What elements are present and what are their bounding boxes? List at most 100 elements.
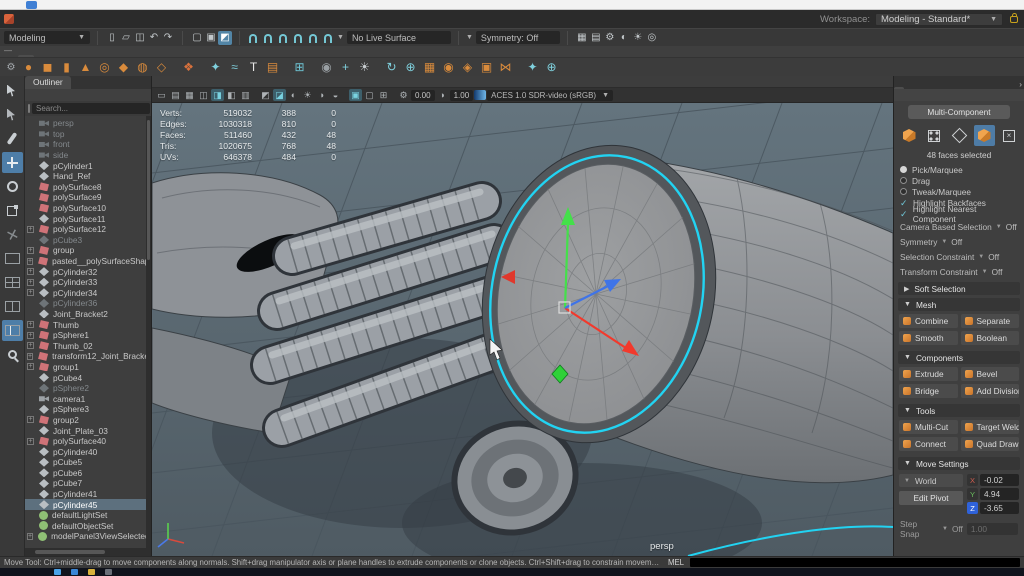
component-tool-button[interactable]: Extrude [899,367,958,381]
booleans-icon[interactable]: ▣ [478,59,495,76]
axis-value-field[interactable]: -0.02 [980,474,1019,486]
outliner-vertical-scrollbar[interactable] [146,116,151,548]
outliner-row[interactable]: + polySurface10 [25,203,151,214]
viewport-toolbar-icon[interactable] [343,89,348,101]
outliner-row[interactable]: + pCylinder32 [25,266,151,277]
menu-set-dropdown[interactable]: Modeling ▼ [4,31,90,44]
chevron-down-icon[interactable]: ▼ [337,34,344,41]
select-component-icon[interactable]: ◩ [218,31,232,45]
outliner-row[interactable]: + top [25,129,151,140]
symmetry-field[interactable]: Symmetry: Off [476,31,560,44]
outliner-row[interactable]: + polySurface12 [25,224,151,235]
poly-cube-icon[interactable]: ◼ [39,59,56,76]
viewport-toolbar-icon[interactable] [391,89,396,101]
expand-toggle-icon[interactable]: + [27,533,33,540]
outliner-row[interactable]: + group2 [25,415,151,426]
gamma-field[interactable]: 1.00 [450,90,474,101]
snap-point-icon[interactable] [279,34,287,43]
modeling-tool-button[interactable]: Quad Draw [961,437,1020,451]
sidebar-tab[interactable] [904,87,914,89]
select-camera-icon[interactable]: ▭ [155,89,168,101]
xray-icon[interactable]: ▢ [363,89,376,101]
modeling-tool-button[interactable]: Target Weld [961,420,1020,434]
outliner-row[interactable]: + pSphere3 [25,404,151,415]
outliner-row[interactable]: + camera1 [25,393,151,404]
shelf-options-gear-icon[interactable]: ⚙ [4,62,18,73]
paint-select-tool[interactable] [2,128,23,149]
layout-two-pane[interactable] [2,296,23,317]
wire-sphere-icon[interactable]: ◈ [459,59,476,76]
expand-toggle-icon[interactable]: + [27,258,33,265]
mesh-section-header[interactable]: ▼ Mesh [898,298,1020,311]
expand-toggle-icon[interactable]: + [27,353,33,360]
textured-icon[interactable]: ◐ [287,89,300,101]
chevron-down-icon[interactable]: ▼ [466,34,473,41]
mesh-tool-button[interactable]: Combine [899,314,958,328]
mesh-tool-button[interactable]: Smooth [899,331,958,345]
exposure-field[interactable]: 0.00 [411,90,435,101]
axis-value-row[interactable]: Y 4.94 [967,488,1019,500]
checkbox-option[interactable]: ✓ Highlight Nearest Component [900,208,1018,219]
shelf-tool-icon[interactable] [172,59,178,76]
outliner-row[interactable]: + Thumb [25,319,151,330]
edit-pivot-button[interactable]: Edit Pivot [899,491,963,505]
expand-toggle-icon[interactable]: + [27,363,34,370]
bind-skin-icon[interactable]: ✦ [524,59,541,76]
type-tool-icon[interactable]: T [245,59,262,76]
face-mode-button[interactable] [974,125,995,146]
outliner-row[interactable]: + defaultLightSet [25,510,151,521]
constraint-dropdown-row[interactable]: Transform Constraint ▼ Off [894,264,1024,279]
svg-tool-icon[interactable]: ▤ [264,59,281,76]
outliner-row[interactable]: + pSphere1 [25,330,151,341]
joint-icon[interactable]: ⊕ [543,59,560,76]
move-settings-header[interactable]: ▼ Move Settings [898,457,1020,470]
outliner-row[interactable]: + pCylinder45 [25,499,151,510]
outliner-row[interactable]: + defaultObjectSet [25,521,151,532]
modeling-tool-button[interactable]: Connect [899,437,958,451]
mel-command-input[interactable] [690,558,1020,567]
outliner-row[interactable]: + pCylinder36 [25,298,151,309]
outliner-row[interactable]: + persp [25,118,151,129]
select-hierarchy-icon[interactable]: ▢ [190,31,204,45]
save-scene-icon[interactable]: ◫ [133,31,147,45]
layout-four-pane[interactable] [2,272,23,293]
outliner-row[interactable]: + Thumb_02 [25,340,151,351]
outliner-row[interactable]: + pCylinder1 [25,160,151,171]
axis-orientation-dropdown[interactable]: ▼ World [899,474,963,487]
make-live-icon[interactable] [324,34,332,43]
move-tool[interactable] [2,152,23,173]
platonic-solid-icon[interactable]: ◇ [153,59,170,76]
open-scene-icon[interactable]: ▱ [119,31,133,45]
lock-icon[interactable] [1010,16,1018,23]
rotate-tool[interactable] [2,176,23,197]
outliner-row[interactable]: + pCube7 [25,478,151,489]
oversc an-icon[interactable]: ▥ [239,89,252,101]
outliner-row[interactable]: + pCylinder41 [25,489,151,500]
object-mode-button[interactable] [899,125,920,146]
sidebar-tab[interactable] [894,87,904,89]
new-scene-icon[interactable]: ▯ [105,31,119,45]
render-icon[interactable]: ▦ [575,31,589,45]
lock-camera-icon[interactable]: ▤ [169,89,182,101]
constraint-dropdown-row[interactable]: Selection Constraint ▼ Off [894,249,1024,264]
exposure-icon[interactable]: ⚙ [397,89,410,101]
modeling-tool-button[interactable]: Multi-Cut [899,420,958,434]
light-editor-icon[interactable]: ☀ [631,31,645,45]
bridge-icon[interactable]: ⋈ [497,59,514,76]
shelf-tool-icon[interactable] [516,59,522,76]
outliner-row[interactable]: + polySurface8 [25,182,151,193]
curve-tool-icon[interactable]: ≈ [226,59,243,76]
isolate-select-icon[interactable]: ▣ [349,89,362,101]
filter-icon[interactable] [28,104,30,113]
mesh-tool-button[interactable]: Boolean [961,331,1020,345]
sculpt-tool-icon[interactable]: ✦ [207,59,224,76]
poly-cone-icon[interactable]: ▲ [77,59,94,76]
sphere-pair-icon[interactable]: ◉ [440,59,457,76]
image-plane-icon[interactable]: ◨ [211,89,224,101]
outliner-row[interactable]: + pCylinder40 [25,446,151,457]
outliner-row[interactable]: + pCylinder33 [25,277,151,288]
undo-icon[interactable]: ↶ [147,31,161,45]
outliner-row[interactable]: + group1 [25,362,151,373]
live-surface-field[interactable]: No Live Surface [347,31,451,44]
expand-toggle-icon[interactable]: + [27,342,34,349]
